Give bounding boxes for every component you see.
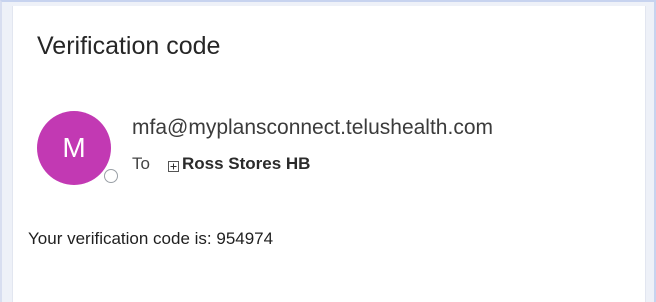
avatar-initial: M	[62, 132, 86, 163]
sender-address[interactable]: mfa@myplansconnect.telushealth.com	[132, 116, 493, 140]
email-body: Your verification code is: 954974	[28, 229, 274, 248]
plus-box-icon[interactable]	[167, 159, 179, 172]
sender-avatar[interactable]: M	[37, 111, 111, 185]
recipients-line: To Ross Stores HB	[132, 153, 310, 175]
email-subject: Verification code	[37, 32, 221, 60]
presence-status-icon	[102, 167, 120, 185]
email-reading-pane: Verification code M mfa@myplansconnect.t…	[12, 6, 646, 302]
to-label: To	[132, 154, 150, 173]
presence-ring	[104, 169, 118, 183]
recipient-group[interactable]: Ross Stores HB	[182, 154, 310, 174]
